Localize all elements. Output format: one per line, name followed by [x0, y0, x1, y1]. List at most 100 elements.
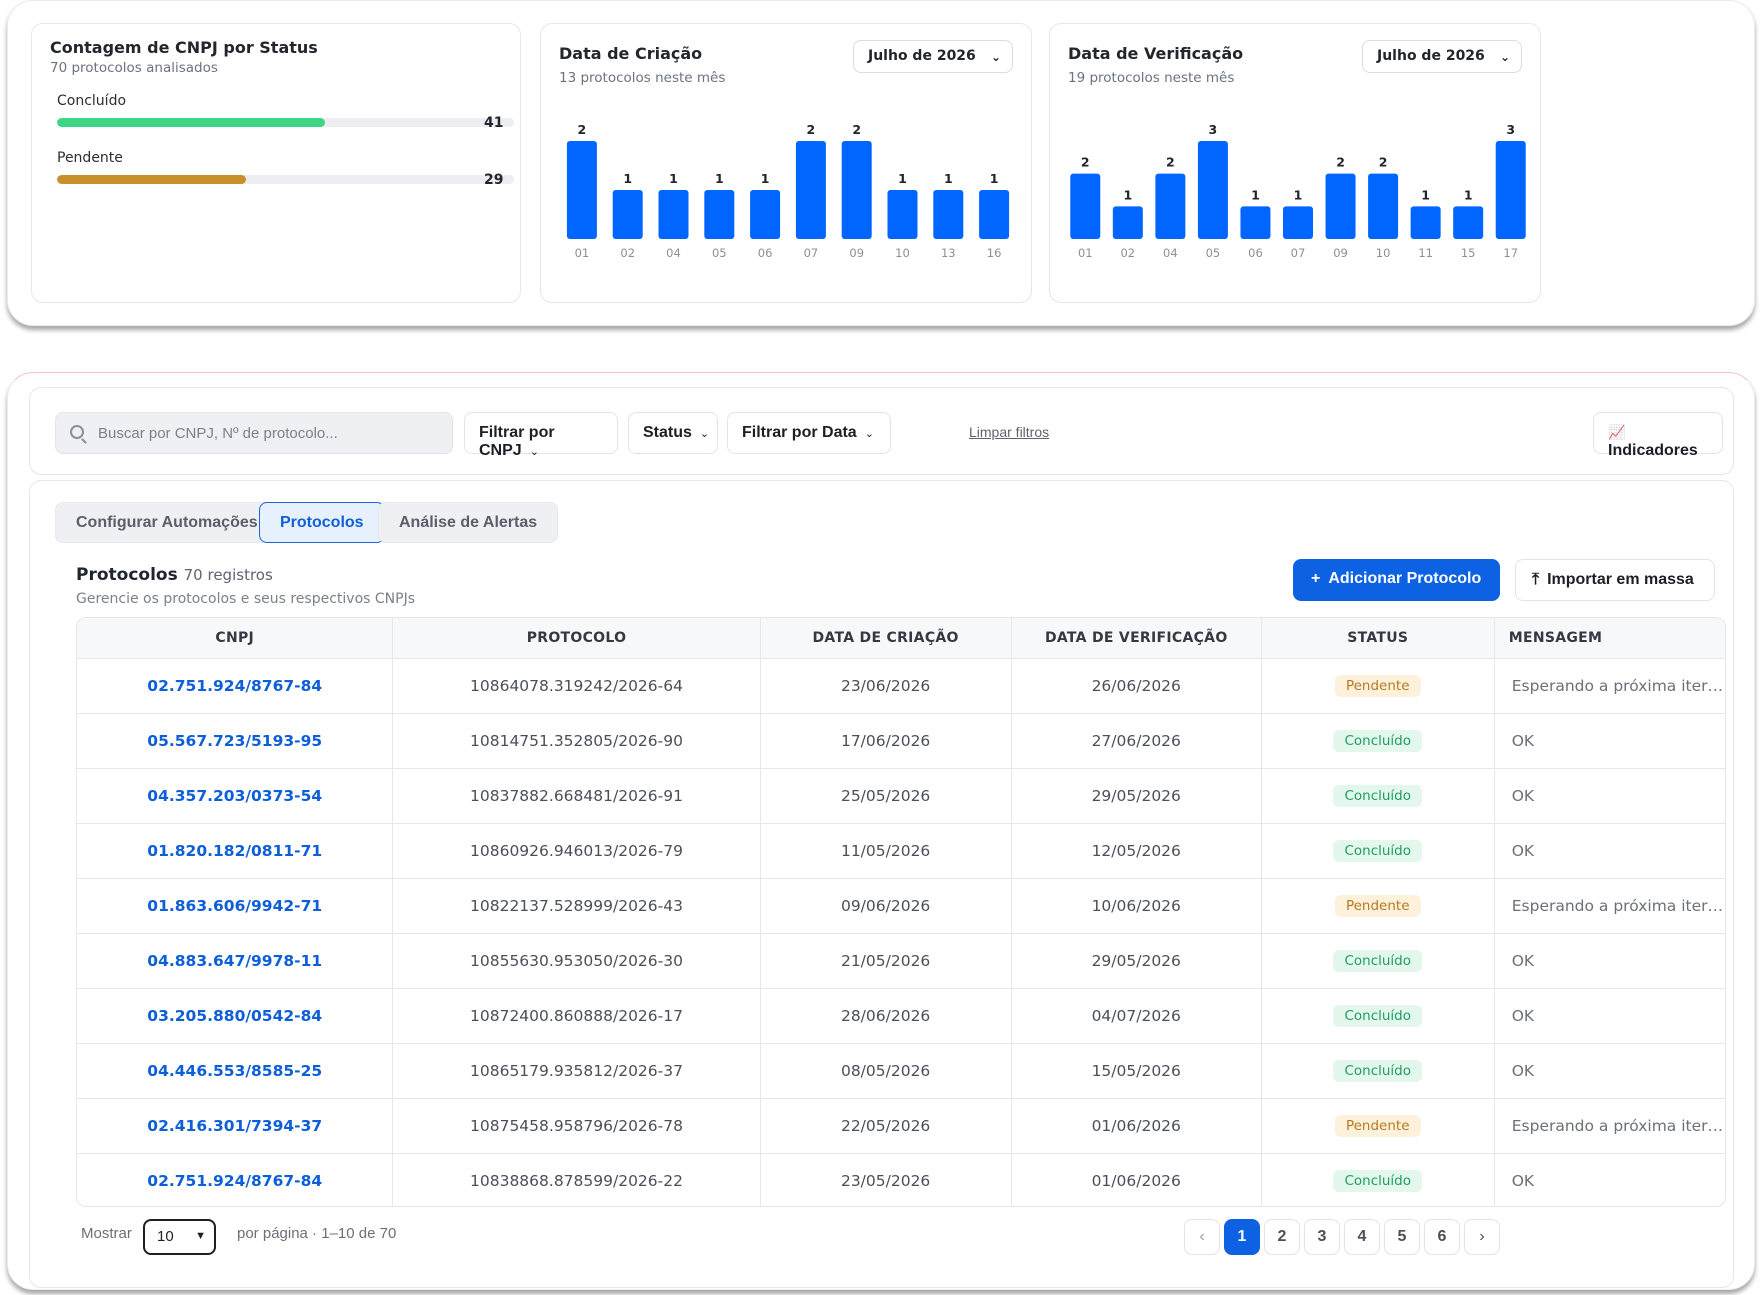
indicators-button[interactable]: 📈 Indicadores: [1593, 412, 1723, 459]
filter-status-button[interactable]: Status ⌄: [628, 412, 718, 454]
table-header-row: CNPJ PROTOCOLO DATA DE CRIAÇÃO DATA DE V…: [77, 618, 1725, 659]
cell-cnpj[interactable]: 02.416.301/7394-37: [77, 1098, 394, 1154]
filter-cnpj-label: Filtrar por CNPJ: [479, 424, 555, 459]
tab-protocolos[interactable]: Protocolos: [259, 502, 385, 543]
x-tick-label: 07: [1291, 246, 1306, 260]
bar: [750, 190, 781, 239]
header-cnpj[interactable]: CNPJ: [77, 618, 394, 659]
add-protocol-button[interactable]: + Adicionar Protocolo: [1293, 559, 1500, 601]
progress-fill-pendente: [57, 175, 247, 184]
page-button-6[interactable]: 6: [1424, 1219, 1460, 1255]
x-tick-label: 01: [575, 246, 590, 260]
search-input[interactable]: [98, 413, 438, 453]
filter-date-button[interactable]: Filtrar por Data ⌄: [727, 412, 891, 454]
table-row[interactable]: 01.820.182/0811-71 10860926.946013/2026-7…: [77, 823, 1725, 879]
cell-status: Concluído: [1261, 713, 1495, 769]
table-row[interactable]: 02.416.301/7394-37 10875458.958796/2026-7…: [77, 1098, 1725, 1154]
cell-protocolo: 10864078.319242/2026-64: [392, 658, 761, 714]
indicators-label: Indicadores: [1608, 442, 1698, 459]
x-tick-label: 02: [620, 246, 635, 260]
page-size-select[interactable]: 10 ▼: [143, 1219, 216, 1255]
next-page-button[interactable]: ›: [1464, 1219, 1500, 1255]
page-button-2[interactable]: 2: [1264, 1219, 1300, 1255]
cell-data-criacao: 08/05/2026: [760, 1043, 1012, 1099]
header-data-verificacao[interactable]: DATA DE VERIFICAÇÃO: [1011, 618, 1262, 659]
table-row[interactable]: 01.863.606/9942-71 10822137.528999/2026-4…: [77, 878, 1725, 934]
cell-data-criacao: 22/05/2026: [760, 1098, 1012, 1154]
cell-cnpj[interactable]: 02.751.924/8767-84: [77, 1153, 394, 1206]
x-tick-label: 04: [666, 246, 681, 260]
bar: [612, 190, 643, 239]
bar: [1240, 206, 1271, 239]
table-row[interactable]: 04.357.203/0373-54 10837882.668481/2026-9…: [77, 768, 1725, 824]
bulk-import-button[interactable]: ⤒ Importar em massa: [1515, 559, 1715, 601]
filter-status-label: Status: [643, 424, 692, 441]
clear-filters-link[interactable]: Limpar filtros: [969, 424, 1049, 440]
x-tick-label: 10: [895, 246, 910, 260]
cell-cnpj[interactable]: 01.863.606/9942-71: [77, 878, 394, 934]
bar-value-label: 2: [807, 122, 816, 137]
x-tick-label: 01: [1078, 246, 1093, 260]
bulk-import-label: Importar em massa: [1547, 571, 1694, 588]
bar: [1453, 206, 1484, 239]
x-tick-label: 06: [1248, 246, 1263, 260]
tab-analise-alertas[interactable]: Análise de Alertas: [378, 502, 559, 543]
cell-cnpj[interactable]: 04.883.647/9978-11: [77, 933, 394, 989]
header-mensagem[interactable]: MENSAGEM: [1494, 618, 1725, 659]
bar: [1112, 206, 1143, 239]
cell-data-criacao: 28/06/2026: [760, 988, 1012, 1044]
x-tick-label: 05: [712, 246, 727, 260]
section-title: Protocolos 70 registros: [76, 565, 273, 585]
x-tick-label: 07: [804, 246, 819, 260]
cell-cnpj[interactable]: 01.820.182/0811-71: [77, 823, 394, 879]
status-label-concluido: Concluído: [57, 93, 127, 109]
page-button-1[interactable]: 1: [1224, 1219, 1260, 1255]
search-box[interactable]: [55, 412, 453, 454]
bar: [1325, 173, 1356, 239]
cell-data-criacao: 25/05/2026: [760, 768, 1012, 824]
table-row[interactable]: 02.751.924/8767-84 10864078.319242/2026-6…: [77, 658, 1725, 714]
bar-value-label: 2: [1081, 155, 1090, 170]
status-badge: Concluído: [1333, 1059, 1423, 1082]
header-status[interactable]: STATUS: [1261, 618, 1495, 659]
header-data-criacao[interactable]: DATA DE CRIAÇÃO: [760, 618, 1012, 659]
bar-value-label: 1: [715, 171, 724, 186]
status-badge: Concluído: [1333, 1169, 1423, 1192]
cell-mensagem: OK: [1494, 988, 1725, 1044]
cell-cnpj[interactable]: 05.567.723/5193-95: [77, 713, 394, 769]
header-protocolo[interactable]: PROTOCOLO: [392, 618, 761, 659]
table-row[interactable]: 04.883.647/9978-11 10855630.953050/2026-3…: [77, 933, 1725, 989]
x-tick-label: 04: [1163, 246, 1178, 260]
cell-data-verificacao: 04/07/2026: [1011, 988, 1262, 1044]
table-row[interactable]: 05.567.723/5193-95 10814751.352805/2026-9…: [77, 713, 1725, 769]
cell-cnpj[interactable]: 02.751.924/8767-84: [77, 658, 394, 714]
bar: [979, 190, 1010, 239]
cell-data-criacao: 21/05/2026: [760, 933, 1012, 989]
table-row[interactable]: 04.446.553/8585-25 10865179.935812/2026-3…: [77, 1043, 1725, 1099]
bar: [933, 190, 964, 239]
table-row[interactable]: 03.205.880/0542-84 10872400.860888/2026-1…: [77, 988, 1725, 1044]
cell-data-criacao: 23/05/2026: [760, 1153, 1012, 1206]
page-button-4[interactable]: 4: [1344, 1219, 1380, 1255]
prev-page-button[interactable]: ‹: [1184, 1219, 1220, 1255]
cell-data-verificacao: 27/06/2026: [1011, 713, 1262, 769]
tab-configurar-automacoes[interactable]: Configurar Automações: [55, 502, 279, 543]
table-row[interactable]: 02.751.924/8767-84 10838868.878599/2026-2…: [77, 1153, 1725, 1206]
cell-cnpj[interactable]: 04.446.553/8585-25: [77, 1043, 394, 1099]
cell-data-verificacao: 29/05/2026: [1011, 933, 1262, 989]
cell-cnpj[interactable]: 03.205.880/0542-84: [77, 988, 394, 1044]
status-badge: Concluído: [1333, 839, 1423, 862]
chevron-down-icon: ⌄: [864, 428, 874, 440]
search-icon: [70, 425, 84, 439]
page-size-value: 10: [157, 1228, 174, 1245]
cell-cnpj[interactable]: 04.357.203/0373-54: [77, 768, 394, 824]
page-button-5[interactable]: 5: [1384, 1219, 1420, 1255]
filter-cnpj-button[interactable]: Filtrar por CNPJ ⌄: [464, 412, 618, 459]
x-tick-label: 13: [941, 246, 956, 260]
protocols-panel: Filtrar por CNPJ⌄ Status⌄ Filtrar por Da…: [7, 372, 1755, 1290]
bar-value-label: 3: [1209, 122, 1218, 137]
dashboard-panel: Contagem de CNPJ por Status 70 protocolo…: [7, 0, 1755, 326]
status-card: Contagem de CNPJ por Status 70 protocolo…: [31, 23, 521, 303]
page-button-3[interactable]: 3: [1304, 1219, 1340, 1255]
cell-status: Concluído: [1261, 768, 1495, 824]
